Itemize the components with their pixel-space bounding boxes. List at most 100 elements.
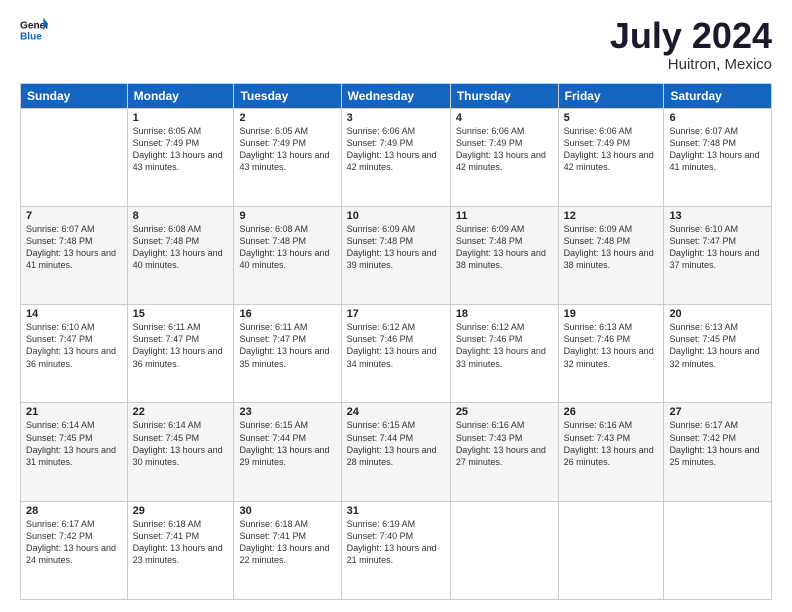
day-number: 27 — [669, 406, 766, 418]
day-number: 7 — [26, 210, 122, 222]
day-cell: 1 Sunrise: 6:05 AMSunset: 7:49 PMDayligh… — [127, 108, 234, 206]
day-cell: 18 Sunrise: 6:12 AMSunset: 7:46 PMDaylig… — [450, 305, 558, 403]
day-number: 20 — [669, 308, 766, 320]
header-row: Sunday Monday Tuesday Wednesday Thursday… — [21, 83, 772, 108]
day-number: 30 — [239, 505, 335, 517]
day-info: Sunrise: 6:09 AMSunset: 7:48 PMDaylight:… — [564, 223, 659, 272]
day-info: Sunrise: 6:08 AMSunset: 7:48 PMDaylight:… — [133, 223, 229, 272]
day-info: Sunrise: 6:14 AMSunset: 7:45 PMDaylight:… — [26, 419, 122, 468]
day-cell: 3 Sunrise: 6:06 AMSunset: 7:49 PMDayligh… — [341, 108, 450, 206]
day-cell — [21, 108, 128, 206]
day-info: Sunrise: 6:08 AMSunset: 7:48 PMDaylight:… — [239, 223, 335, 272]
day-number: 3 — [347, 112, 445, 124]
week-row-1: 1 Sunrise: 6:05 AMSunset: 7:49 PMDayligh… — [21, 108, 772, 206]
day-info: Sunrise: 6:17 AMSunset: 7:42 PMDaylight:… — [669, 419, 766, 468]
day-cell: 25 Sunrise: 6:16 AMSunset: 7:43 PMDaylig… — [450, 403, 558, 501]
day-cell: 22 Sunrise: 6:14 AMSunset: 7:45 PMDaylig… — [127, 403, 234, 501]
main-title: July 2024 — [610, 16, 772, 56]
day-info: Sunrise: 6:09 AMSunset: 7:48 PMDaylight:… — [456, 223, 553, 272]
page: General Blue July 2024 Huitron, Mexico S… — [0, 0, 792, 612]
col-sunday: Sunday — [21, 83, 128, 108]
day-info: Sunrise: 6:10 AMSunset: 7:47 PMDaylight:… — [669, 223, 766, 272]
day-info: Sunrise: 6:12 AMSunset: 7:46 PMDaylight:… — [347, 321, 445, 370]
day-info: Sunrise: 6:19 AMSunset: 7:40 PMDaylight:… — [347, 518, 445, 567]
week-row-5: 28 Sunrise: 6:17 AMSunset: 7:42 PMDaylig… — [21, 501, 772, 599]
day-info: Sunrise: 6:06 AMSunset: 7:49 PMDaylight:… — [564, 125, 659, 174]
col-monday: Monday — [127, 83, 234, 108]
day-number: 17 — [347, 308, 445, 320]
day-number: 23 — [239, 406, 335, 418]
week-row-4: 21 Sunrise: 6:14 AMSunset: 7:45 PMDaylig… — [21, 403, 772, 501]
col-thursday: Thursday — [450, 83, 558, 108]
day-cell: 29 Sunrise: 6:18 AMSunset: 7:41 PMDaylig… — [127, 501, 234, 599]
week-row-3: 14 Sunrise: 6:10 AMSunset: 7:47 PMDaylig… — [21, 305, 772, 403]
day-cell: 13 Sunrise: 6:10 AMSunset: 7:47 PMDaylig… — [664, 206, 772, 304]
day-info: Sunrise: 6:16 AMSunset: 7:43 PMDaylight:… — [564, 419, 659, 468]
day-number: 6 — [669, 112, 766, 124]
day-number: 19 — [564, 308, 659, 320]
col-saturday: Saturday — [664, 83, 772, 108]
day-cell: 30 Sunrise: 6:18 AMSunset: 7:41 PMDaylig… — [234, 501, 341, 599]
general-blue-logo-icon: General Blue — [20, 16, 48, 44]
day-cell: 11 Sunrise: 6:09 AMSunset: 7:48 PMDaylig… — [450, 206, 558, 304]
day-number: 26 — [564, 406, 659, 418]
week-row-2: 7 Sunrise: 6:07 AMSunset: 7:48 PMDayligh… — [21, 206, 772, 304]
day-info: Sunrise: 6:18 AMSunset: 7:41 PMDaylight:… — [133, 518, 229, 567]
day-number: 12 — [564, 210, 659, 222]
day-info: Sunrise: 6:05 AMSunset: 7:49 PMDaylight:… — [133, 125, 229, 174]
svg-text:Blue: Blue — [20, 31, 42, 42]
header: General Blue July 2024 Huitron, Mexico — [20, 16, 772, 73]
day-cell: 21 Sunrise: 6:14 AMSunset: 7:45 PMDaylig… — [21, 403, 128, 501]
day-info: Sunrise: 6:07 AMSunset: 7:48 PMDaylight:… — [669, 125, 766, 174]
day-info: Sunrise: 6:12 AMSunset: 7:46 PMDaylight:… — [456, 321, 553, 370]
day-cell — [558, 501, 664, 599]
day-info: Sunrise: 6:15 AMSunset: 7:44 PMDaylight:… — [347, 419, 445, 468]
day-cell: 27 Sunrise: 6:17 AMSunset: 7:42 PMDaylig… — [664, 403, 772, 501]
day-cell: 26 Sunrise: 6:16 AMSunset: 7:43 PMDaylig… — [558, 403, 664, 501]
day-number: 18 — [456, 308, 553, 320]
col-tuesday: Tuesday — [234, 83, 341, 108]
day-cell: 2 Sunrise: 6:05 AMSunset: 7:49 PMDayligh… — [234, 108, 341, 206]
day-info: Sunrise: 6:11 AMSunset: 7:47 PMDaylight:… — [239, 321, 335, 370]
day-number: 1 — [133, 112, 229, 124]
day-number: 2 — [239, 112, 335, 124]
day-number: 13 — [669, 210, 766, 222]
day-number: 22 — [133, 406, 229, 418]
day-cell: 12 Sunrise: 6:09 AMSunset: 7:48 PMDaylig… — [558, 206, 664, 304]
day-info: Sunrise: 6:13 AMSunset: 7:45 PMDaylight:… — [669, 321, 766, 370]
day-cell: 7 Sunrise: 6:07 AMSunset: 7:48 PMDayligh… — [21, 206, 128, 304]
day-number: 10 — [347, 210, 445, 222]
day-cell: 16 Sunrise: 6:11 AMSunset: 7:47 PMDaylig… — [234, 305, 341, 403]
day-number: 24 — [347, 406, 445, 418]
day-cell — [664, 501, 772, 599]
day-cell: 23 Sunrise: 6:15 AMSunset: 7:44 PMDaylig… — [234, 403, 341, 501]
day-info: Sunrise: 6:13 AMSunset: 7:46 PMDaylight:… — [564, 321, 659, 370]
day-cell: 31 Sunrise: 6:19 AMSunset: 7:40 PMDaylig… — [341, 501, 450, 599]
day-cell: 10 Sunrise: 6:09 AMSunset: 7:48 PMDaylig… — [341, 206, 450, 304]
calendar-table: Sunday Monday Tuesday Wednesday Thursday… — [20, 83, 772, 600]
day-info: Sunrise: 6:16 AMSunset: 7:43 PMDaylight:… — [456, 419, 553, 468]
day-cell: 5 Sunrise: 6:06 AMSunset: 7:49 PMDayligh… — [558, 108, 664, 206]
day-cell: 8 Sunrise: 6:08 AMSunset: 7:48 PMDayligh… — [127, 206, 234, 304]
day-info: Sunrise: 6:07 AMSunset: 7:48 PMDaylight:… — [26, 223, 122, 272]
day-cell: 28 Sunrise: 6:17 AMSunset: 7:42 PMDaylig… — [21, 501, 128, 599]
day-number: 16 — [239, 308, 335, 320]
day-number: 28 — [26, 505, 122, 517]
day-number: 8 — [133, 210, 229, 222]
day-number: 25 — [456, 406, 553, 418]
day-number: 15 — [133, 308, 229, 320]
day-cell: 24 Sunrise: 6:15 AMSunset: 7:44 PMDaylig… — [341, 403, 450, 501]
day-info: Sunrise: 6:17 AMSunset: 7:42 PMDaylight:… — [26, 518, 122, 567]
col-wednesday: Wednesday — [341, 83, 450, 108]
logo: General Blue — [20, 16, 48, 44]
day-info: Sunrise: 6:11 AMSunset: 7:47 PMDaylight:… — [133, 321, 229, 370]
day-info: Sunrise: 6:15 AMSunset: 7:44 PMDaylight:… — [239, 419, 335, 468]
day-number: 14 — [26, 308, 122, 320]
day-number: 31 — [347, 505, 445, 517]
day-info: Sunrise: 6:06 AMSunset: 7:49 PMDaylight:… — [347, 125, 445, 174]
day-cell: 9 Sunrise: 6:08 AMSunset: 7:48 PMDayligh… — [234, 206, 341, 304]
day-info: Sunrise: 6:06 AMSunset: 7:49 PMDaylight:… — [456, 125, 553, 174]
day-info: Sunrise: 6:14 AMSunset: 7:45 PMDaylight:… — [133, 419, 229, 468]
day-cell: 6 Sunrise: 6:07 AMSunset: 7:48 PMDayligh… — [664, 108, 772, 206]
day-cell: 20 Sunrise: 6:13 AMSunset: 7:45 PMDaylig… — [664, 305, 772, 403]
